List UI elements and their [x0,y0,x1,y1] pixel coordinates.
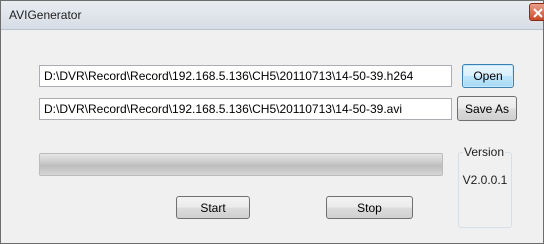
stop-button[interactable]: Stop [326,196,413,219]
version-value: V2.0.0.1 [462,173,508,187]
start-button[interactable]: Start [176,196,250,219]
conversion-progress-bar [39,153,443,176]
version-group: Version V2.0.0.1 [458,145,512,228]
avi-generator-window: AVIGenerator Open Save As Version V2.0.0… [0,0,544,244]
output-file-path-input[interactable] [39,98,452,120]
source-file-path-input[interactable] [39,65,452,87]
title-bar[interactable]: AVIGenerator [1,1,544,30]
dialog-client-area: Open Save As Version V2.0.0.1 Start Stop [9,38,535,236]
close-x-icon [533,8,543,18]
open-button[interactable]: Open [462,64,514,88]
save-as-button[interactable]: Save As [457,96,517,121]
version-label: Version [463,145,506,159]
window-bottom-border [1,237,543,243]
close-button[interactable] [529,3,544,21]
window-title: AVIGenerator [9,8,82,22]
